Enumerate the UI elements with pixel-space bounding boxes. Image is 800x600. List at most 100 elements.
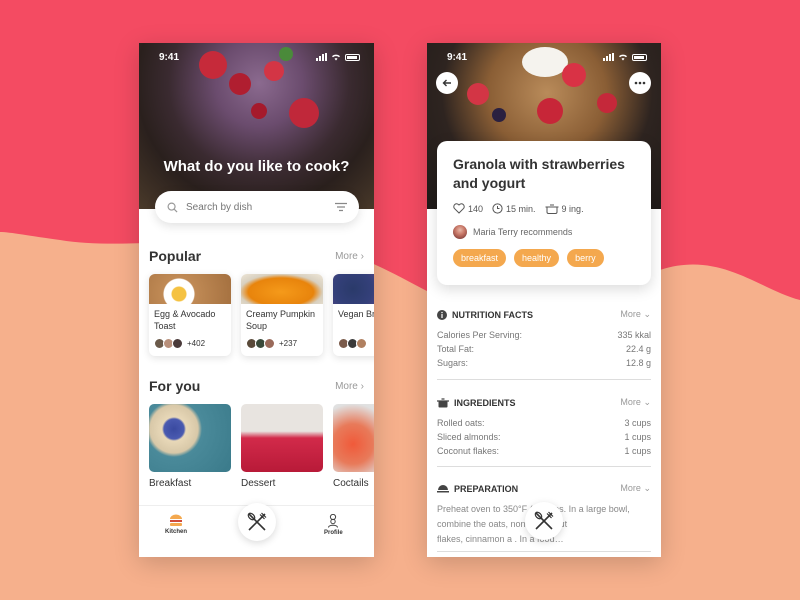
kitchen-screen: What do you like to cook? 9:41 Popular M…: [139, 43, 374, 557]
for-you-list: Breakfast Dessert Coctails: [149, 404, 374, 489]
card-title: Egg & Avocado Toast: [154, 309, 216, 331]
for-you-item[interactable]: Coctails: [333, 404, 374, 489]
recommended-by[interactable]: Maria Terry recommends: [453, 225, 635, 239]
background-shape: [0, 0, 800, 600]
filter-icon[interactable]: [335, 202, 347, 212]
divider: [437, 466, 651, 467]
popular-section-header: Popular More ›: [149, 248, 364, 264]
tag[interactable]: healthy: [514, 249, 560, 267]
strawberry-decoration: [229, 73, 251, 95]
recipe-title: Granola with strawberries and yogurt: [453, 156, 625, 191]
likes[interactable]: 140: [453, 203, 483, 214]
ingredient-row: Coconut flakes: 1 cups: [437, 446, 651, 456]
recipe-card: Granola with strawberries and yogurt 140…: [437, 141, 651, 285]
avatar: [453, 225, 467, 239]
popular-more-link[interactable]: More ›: [335, 251, 364, 262]
dessert-image: [241, 404, 323, 472]
likes-count: 140: [468, 203, 484, 214]
for-you-more-link[interactable]: More ›: [335, 381, 364, 392]
tag[interactable]: berry: [567, 249, 604, 267]
wifi-icon: [332, 54, 340, 61]
chevron-down-icon: ⌄: [643, 309, 651, 319]
nutrition-section: NUTRITION FACTS More ⌄ Calories Per Serv…: [437, 309, 651, 370]
status-bar: 9:41: [139, 51, 374, 65]
cook-time: 15 min.: [492, 203, 536, 214]
preparation-more-link[interactable]: More ⌄: [620, 483, 651, 494]
popular-card[interactable]: Creamy Pumpkin Soup +237: [241, 274, 323, 356]
pot-icon: [545, 204, 559, 214]
strawberry-decoration: [537, 98, 563, 124]
card-image: [333, 274, 374, 304]
chevron-right-icon: ›: [360, 250, 364, 262]
battery-icon: [632, 53, 647, 61]
ellipsis-icon: [634, 81, 646, 85]
ingredients-count: 9 ing.: [545, 203, 584, 214]
nutrition-row: Total Fat: 22.4 g: [437, 344, 651, 354]
search-input[interactable]: [186, 201, 335, 213]
back-button[interactable]: [436, 72, 458, 94]
ingredients-count-value: 9 ing.: [561, 203, 584, 214]
arrow-left-icon: [442, 79, 451, 87]
breakfast-image: [149, 404, 231, 472]
tab-profile-label: Profile: [324, 530, 343, 536]
battery-icon: [345, 53, 360, 61]
popular-card[interactable]: Vegan Breakfast: [333, 274, 374, 356]
cook-button[interactable]: [238, 503, 276, 541]
ingredients-more-link[interactable]: More ⌄: [620, 397, 651, 408]
nutrition-title: NUTRITION FACTS: [452, 309, 533, 320]
for-you-section-header: For you More ›: [149, 378, 364, 394]
card-avatars: +237: [241, 334, 323, 353]
status-bar: 9:41: [427, 51, 661, 65]
nutrition-row: Calories Per Serving: 335 kkal: [437, 330, 651, 340]
ingredients-title: INGREDIENTS: [454, 397, 516, 408]
popular-cards: Egg & Avocado Toast +402 Creamy Pumpkin …: [149, 274, 374, 356]
more-options-button[interactable]: [629, 72, 651, 94]
ingredients-section: INGREDIENTS More ⌄ Rolled oats: 3 cups Sl…: [437, 397, 651, 458]
recipe-screen: 9:41 Granola with strawberries and yogur…: [427, 43, 661, 557]
divider: [437, 551, 651, 552]
card-avatars: [333, 334, 374, 353]
strawberry-decoration: [289, 98, 319, 128]
signal-icon: [316, 53, 327, 61]
chef-icon: [328, 513, 339, 528]
blueberry-decoration: [492, 108, 506, 122]
fork-knife-icon: [534, 511, 554, 530]
for-you-label: Dessert: [241, 478, 276, 489]
cook-button[interactable]: [525, 502, 563, 540]
card-title: Vegan Breakfast: [338, 309, 374, 319]
nutrition-row: Sugars: 12.8 g: [437, 358, 651, 368]
search-bar[interactable]: [155, 191, 359, 223]
status-time: 9:41: [447, 52, 468, 63]
tab-kitchen-label: Kitchen: [165, 529, 188, 535]
info-icon: [437, 309, 447, 320]
preparation-title: PREPARATION: [454, 483, 519, 494]
hero-image: What do you like to cook?: [139, 43, 374, 209]
card-avatars: +402: [149, 334, 231, 353]
card-image: [241, 274, 323, 304]
tab-profile[interactable]: Profile: [324, 513, 343, 536]
clock-icon: [492, 203, 503, 214]
for-you-label: Breakfast: [149, 478, 192, 489]
coctails-image: [333, 404, 374, 472]
recipe-meta: 140 15 min. 9 ing.: [453, 203, 635, 214]
divider: [437, 379, 651, 380]
burger-icon: [170, 514, 182, 526]
chevron-right-icon: ›: [360, 380, 364, 392]
search-icon: [167, 202, 178, 213]
for-you-label: Coctails: [333, 478, 369, 489]
strawberry-decoration: [597, 93, 617, 113]
popular-card[interactable]: Egg & Avocado Toast +402: [149, 274, 231, 356]
for-you-item[interactable]: Dessert: [241, 404, 323, 489]
for-you-title: For you: [149, 378, 201, 394]
ingredient-row: Rolled oats: 3 cups: [437, 418, 651, 428]
tag[interactable]: breakfast: [453, 249, 507, 267]
nutrition-more-link[interactable]: More ⌄: [620, 309, 651, 320]
status-time: 9:41: [159, 52, 180, 63]
strawberry-decoration: [251, 103, 267, 119]
recommender-text: Maria Terry recommends: [473, 227, 573, 237]
wifi-icon: [619, 54, 627, 61]
for-you-item[interactable]: Breakfast: [149, 404, 231, 489]
fork-knife-icon: [247, 512, 267, 531]
ingredient-row: Sliced almonds: 1 cups: [437, 432, 651, 442]
tab-kitchen[interactable]: Kitchen: [165, 514, 187, 535]
